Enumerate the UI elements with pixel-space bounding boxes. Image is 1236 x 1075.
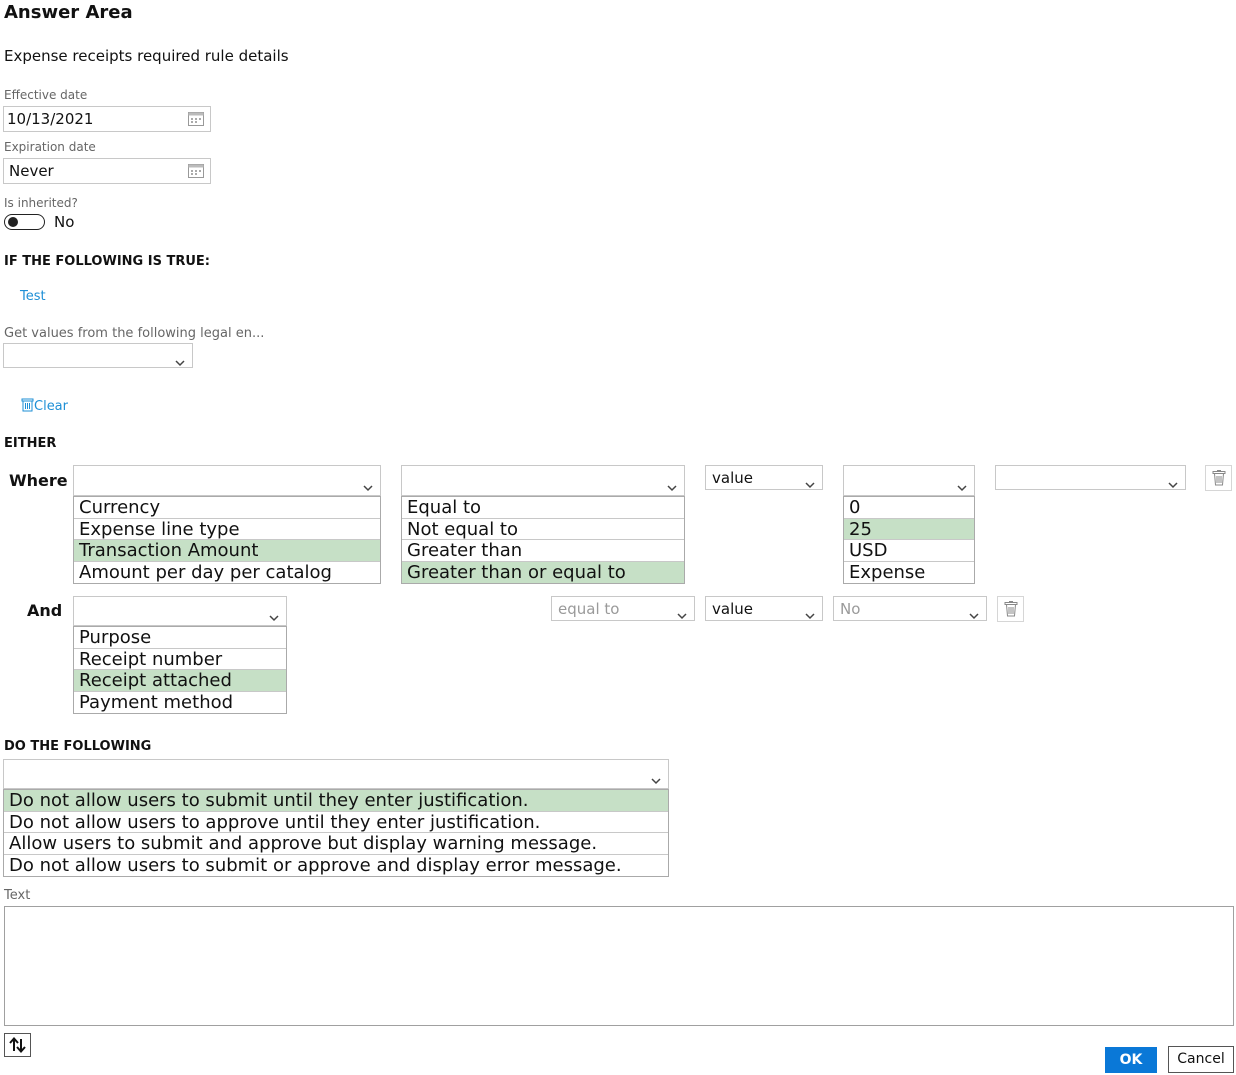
where-extra-dropdown[interactable] xyxy=(995,465,1186,490)
chevron-down-icon xyxy=(363,477,373,496)
where-value-dropdown[interactable] xyxy=(843,465,975,496)
list-item[interactable]: 0 xyxy=(844,497,974,519)
list-item[interactable]: Receipt number xyxy=(74,649,286,670)
chevron-down-icon xyxy=(805,474,815,493)
and-field-options: Purpose Receipt number Receipt attached … xyxy=(73,626,287,714)
and-label: And xyxy=(27,601,63,620)
and-value-type-dropdown[interactable]: value xyxy=(705,596,823,621)
list-item[interactable]: Not equal to xyxy=(402,519,684,540)
list-item[interactable]: Allow users to submit and approve but di… xyxy=(4,833,668,855)
where-label: Where xyxy=(9,471,68,490)
chevron-down-icon xyxy=(651,770,661,789)
list-item-selected[interactable]: Receipt attached xyxy=(74,670,286,692)
trash-icon xyxy=(1212,470,1226,486)
chevron-down-icon xyxy=(805,605,815,624)
chevron-down-icon xyxy=(957,477,967,496)
swap-button[interactable] xyxy=(4,1033,31,1057)
expiration-date-value: Never xyxy=(9,162,54,180)
and-value-dropdown[interactable]: No xyxy=(833,596,987,621)
value-type-text: value xyxy=(712,599,753,618)
expiration-date-field[interactable]: Never xyxy=(3,158,211,184)
swap-arrows-icon xyxy=(9,1037,26,1053)
chevron-down-icon xyxy=(969,605,979,624)
delete-where-button[interactable] xyxy=(1205,465,1232,491)
where-field-options: Currency Expense line type Transaction A… xyxy=(73,496,381,584)
inherited-label: Is inherited? xyxy=(4,196,78,210)
where-value-options: 0 25 USD Expense xyxy=(843,496,975,584)
toggle-knob xyxy=(8,217,18,227)
list-item[interactable]: Do not allow users to submit or approve … xyxy=(4,855,668,877)
clear-button[interactable]: Clear xyxy=(21,396,68,416)
and-field-dropdown[interactable] xyxy=(73,596,287,626)
calendar-icon[interactable] xyxy=(188,111,204,130)
page-title: Answer Area xyxy=(4,2,133,23)
action-options: Do not allow users to submit until they … xyxy=(3,789,669,877)
list-item[interactable]: Purpose xyxy=(74,627,286,649)
effective-date-value: 10/13/2021 xyxy=(7,110,94,128)
effective-date-field[interactable]: 10/13/2021 xyxy=(3,106,211,132)
list-item[interactable]: Do not allow users to approve until they… xyxy=(4,812,668,833)
where-operator-options: Equal to Not equal to Greater than Great… xyxy=(401,496,685,584)
where-operator-dropdown[interactable] xyxy=(401,465,685,496)
effective-date-label: Effective date xyxy=(4,88,88,102)
list-item[interactable]: Amount per day per catalog xyxy=(74,562,380,584)
chevron-down-icon xyxy=(667,477,677,496)
text-label: Text xyxy=(4,888,31,903)
cancel-button[interactable]: Cancel xyxy=(1168,1046,1234,1073)
list-item[interactable]: USD xyxy=(844,540,974,562)
ok-button[interactable]: OK xyxy=(1105,1047,1157,1073)
inherited-value: No xyxy=(54,213,75,231)
value-text: No xyxy=(840,599,861,618)
list-item[interactable]: Payment method xyxy=(74,692,286,714)
chevron-down-icon xyxy=(175,352,185,371)
chevron-down-icon xyxy=(1168,474,1178,493)
rule-subtitle: Expense receipts required rule details xyxy=(4,47,289,65)
list-item[interactable]: Expense line type xyxy=(74,519,380,540)
where-value-type-dropdown[interactable]: value xyxy=(705,465,823,490)
list-item-selected[interactable]: Transaction Amount xyxy=(74,540,380,562)
list-item-selected[interactable]: 25 xyxy=(844,518,974,540)
list-item-selected[interactable]: Do not allow users to submit until they … xyxy=(4,790,668,812)
inherited-toggle[interactable] xyxy=(4,214,45,230)
list-item[interactable]: Currency xyxy=(74,497,380,519)
trash-icon xyxy=(1004,601,1018,617)
trash-icon xyxy=(21,397,34,416)
operator-text: equal to xyxy=(558,599,620,618)
value-type-text: value xyxy=(712,468,753,487)
where-field-dropdown[interactable] xyxy=(73,465,381,496)
clear-label: Clear xyxy=(34,399,68,414)
legal-entity-dropdown[interactable] xyxy=(3,343,193,368)
chevron-down-icon xyxy=(269,607,279,626)
list-item-selected[interactable]: Greater than or equal to xyxy=(402,561,684,583)
test-link[interactable]: Test xyxy=(20,289,46,304)
expiration-date-label: Expiration date xyxy=(4,140,96,154)
if-true-heading: IF THE FOLLOWING IS TRUE: xyxy=(4,254,210,269)
calendar-icon[interactable] xyxy=(188,163,204,182)
legal-entity-label: Get values from the following legal en..… xyxy=(4,326,265,341)
list-item[interactable]: Greater than xyxy=(402,540,684,562)
list-item[interactable]: Expense xyxy=(844,562,974,584)
and-operator-dropdown[interactable]: equal to xyxy=(551,596,695,621)
do-following-heading: DO THE FOLLOWING xyxy=(4,739,152,754)
list-item[interactable]: Equal to xyxy=(402,497,684,519)
action-dropdown[interactable] xyxy=(3,759,669,789)
delete-and-button[interactable] xyxy=(997,596,1024,622)
either-heading: EITHER xyxy=(4,436,57,451)
message-textarea[interactable] xyxy=(4,906,1234,1026)
chevron-down-icon xyxy=(677,605,687,624)
